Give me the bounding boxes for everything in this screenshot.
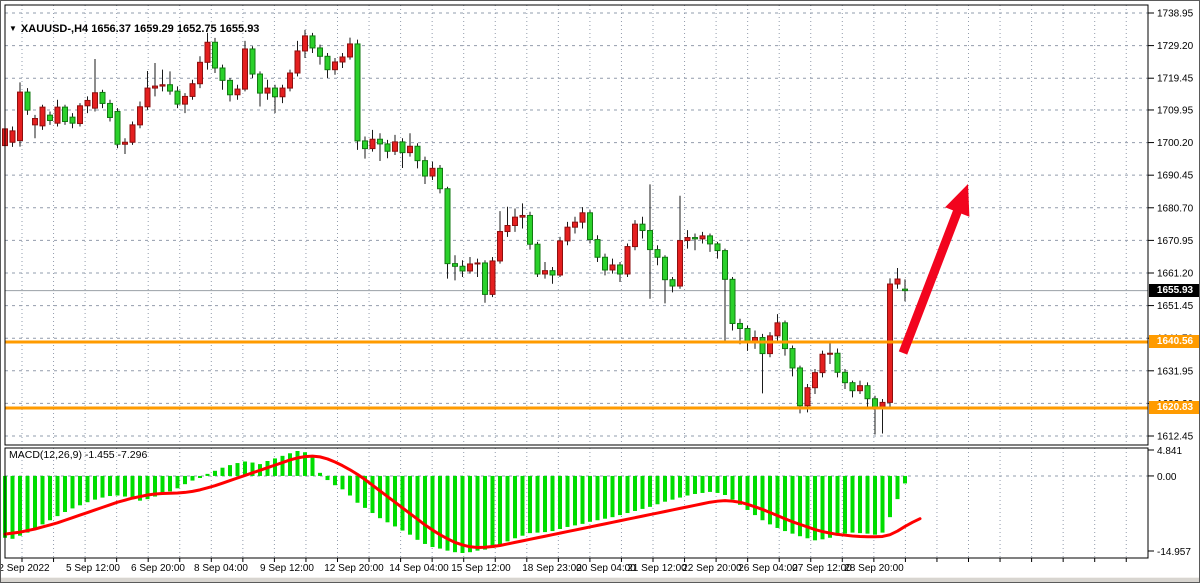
current-price-badge: 1655.93 <box>1149 284 1200 297</box>
svg-text:2 Sep 2022: 2 Sep 2022 <box>1 563 50 574</box>
trend-arrow-annotation[interactable] <box>899 184 970 355</box>
svg-text:1631.95: 1631.95 <box>1157 366 1194 377</box>
svg-text:14 Sep 04:00: 14 Sep 04:00 <box>389 563 449 574</box>
svg-text:0.00: 0.00 <box>1157 472 1177 483</box>
resistance-level-badge: 1640.56 <box>1149 335 1200 348</box>
svg-text:5 Sep 12:00: 5 Sep 12:00 <box>66 563 120 574</box>
support-level-badge: 1620.83 <box>1149 401 1200 414</box>
vertical-gridlines <box>22 5 1126 558</box>
panel-borders <box>5 5 1148 558</box>
ohlc-info-text: XAUUSD-,H4 1656.37 1659.29 1652.75 1655.… <box>21 23 260 35</box>
triangle-down-icon: ▼ <box>9 24 17 33</box>
svg-text:4.841: 4.841 <box>1157 446 1182 457</box>
time-axis-labels: 2 Sep 2022 5 Sep 12:00 6 Sep 20:00 8 Sep 04… <box>1 558 1126 574</box>
indicator-info-line: MACD(12,26,9) -1.455 -7.296 <box>9 449 147 461</box>
svg-text:26 Sep 04:00: 26 Sep 04:00 <box>738 563 798 574</box>
svg-text:1729.20: 1729.20 <box>1157 41 1194 52</box>
macd-histogram <box>3 451 907 553</box>
svg-text:27 Sep 12:00: 27 Sep 12:00 <box>792 563 852 574</box>
candlestick-series <box>3 30 908 435</box>
price-chart-canvas[interactable]: 1738.95 1729.20 1719.45 1709.95 1700.20 1690.… <box>1 1 1200 583</box>
macd-axis-labels: 4.841 0.00 -14.957 <box>1148 446 1191 558</box>
svg-text:-14.957: -14.957 <box>1157 547 1191 558</box>
price-axis-labels: 1738.95 1729.20 1719.45 1709.95 1700.20 1690.… <box>1148 9 1194 443</box>
svg-text:15 Sep 12:00: 15 Sep 12:00 <box>451 563 511 574</box>
horizontal-level-lines <box>5 342 1148 408</box>
svg-text:6 Sep 20:00: 6 Sep 20:00 <box>131 563 185 574</box>
svg-text:1690.45: 1690.45 <box>1157 171 1194 182</box>
ohlc-info-line: ▼ XAUUSD-,H4 1656.37 1659.29 1652.75 1655… <box>9 23 259 35</box>
svg-text:1719.45: 1719.45 <box>1157 74 1194 85</box>
svg-text:1738.95: 1738.95 <box>1157 9 1194 20</box>
svg-text:12 Sep 20:00: 12 Sep 20:00 <box>324 563 384 574</box>
svg-text:18 Sep 23:00: 18 Sep 23:00 <box>522 563 582 574</box>
svg-text:1709.95: 1709.95 <box>1157 105 1194 116</box>
svg-text:28 Sep 20:00: 28 Sep 20:00 <box>844 563 904 574</box>
svg-text:1680.70: 1680.70 <box>1157 203 1194 214</box>
svg-text:1661.20: 1661.20 <box>1157 268 1194 279</box>
svg-text:1670.95: 1670.95 <box>1157 236 1194 247</box>
svg-text:1700.20: 1700.20 <box>1157 138 1194 149</box>
svg-text:8 Sep 04:00: 8 Sep 04:00 <box>194 563 248 574</box>
chart-window[interactable]: 1738.95 1729.20 1719.45 1709.95 1700.20 1690.… <box>0 0 1200 583</box>
window-bottom-edge <box>1 577 1200 583</box>
svg-text:22 Sep 20:00: 22 Sep 20:00 <box>682 563 742 574</box>
svg-text:21 Sep 12:00: 21 Sep 12:00 <box>627 563 687 574</box>
svg-text:1612.45: 1612.45 <box>1157 432 1194 443</box>
svg-text:9 Sep 12:00: 9 Sep 12:00 <box>260 563 314 574</box>
svg-text:1651.45: 1651.45 <box>1157 301 1194 312</box>
